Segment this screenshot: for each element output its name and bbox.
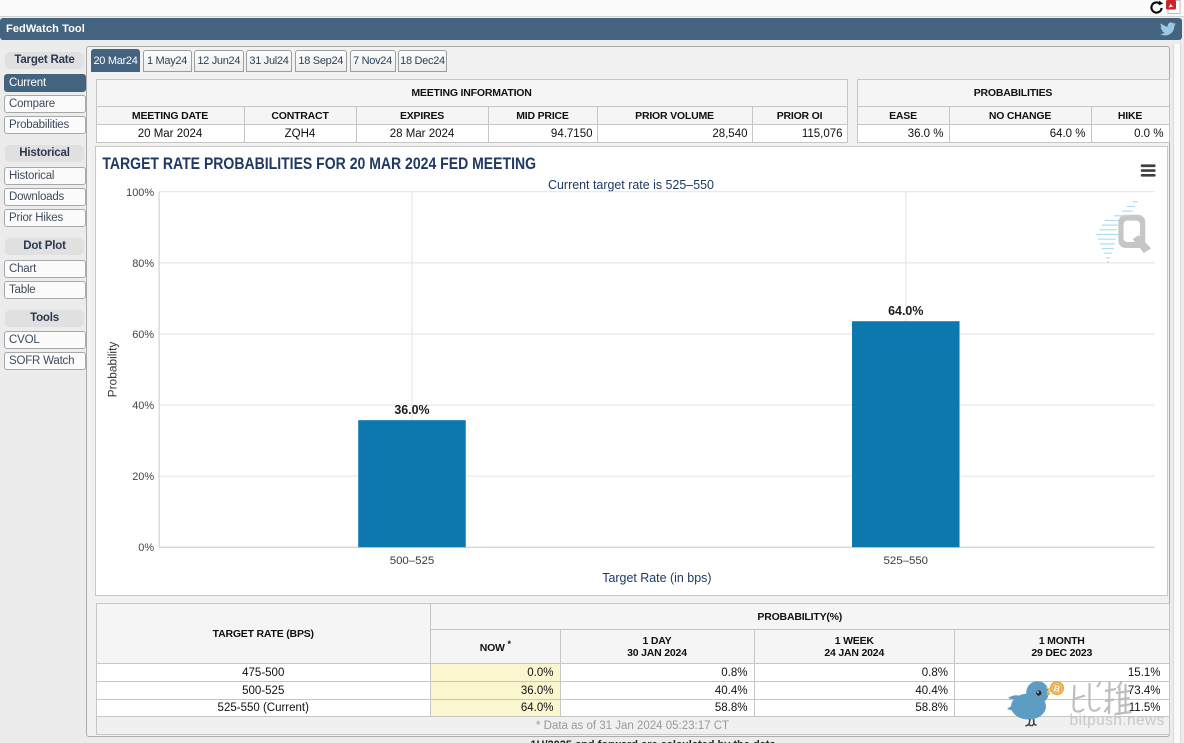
svg-text:bitpush.news: bitpush.news <box>1070 712 1165 728</box>
svg-text:TARGET RATE PROBABILITIES FOR: TARGET RATE PROBABILITIES FOR 20 MAR 202… <box>102 155 536 173</box>
svg-text:0%: 0% <box>138 542 154 554</box>
svg-text:100%: 100% <box>126 187 154 199</box>
svg-text:40%: 40% <box>132 400 154 412</box>
svg-text:Probability: Probability <box>105 342 119 398</box>
svg-text:500–525: 500–525 <box>390 555 435 567</box>
svg-text:525–550: 525–550 <box>884 555 929 567</box>
svg-text:36.0%: 36.0% <box>394 403 429 417</box>
svg-text:60%: 60% <box>132 329 154 341</box>
svg-text:Target Rate (in bps): Target Rate (in bps) <box>602 571 711 585</box>
svg-text:Current target rate is 525–550: Current target rate is 525–550 <box>548 178 714 192</box>
svg-text:80%: 80% <box>132 258 154 270</box>
svg-text:64.0%: 64.0% <box>888 304 923 318</box>
svg-text:20%: 20% <box>132 471 154 483</box>
